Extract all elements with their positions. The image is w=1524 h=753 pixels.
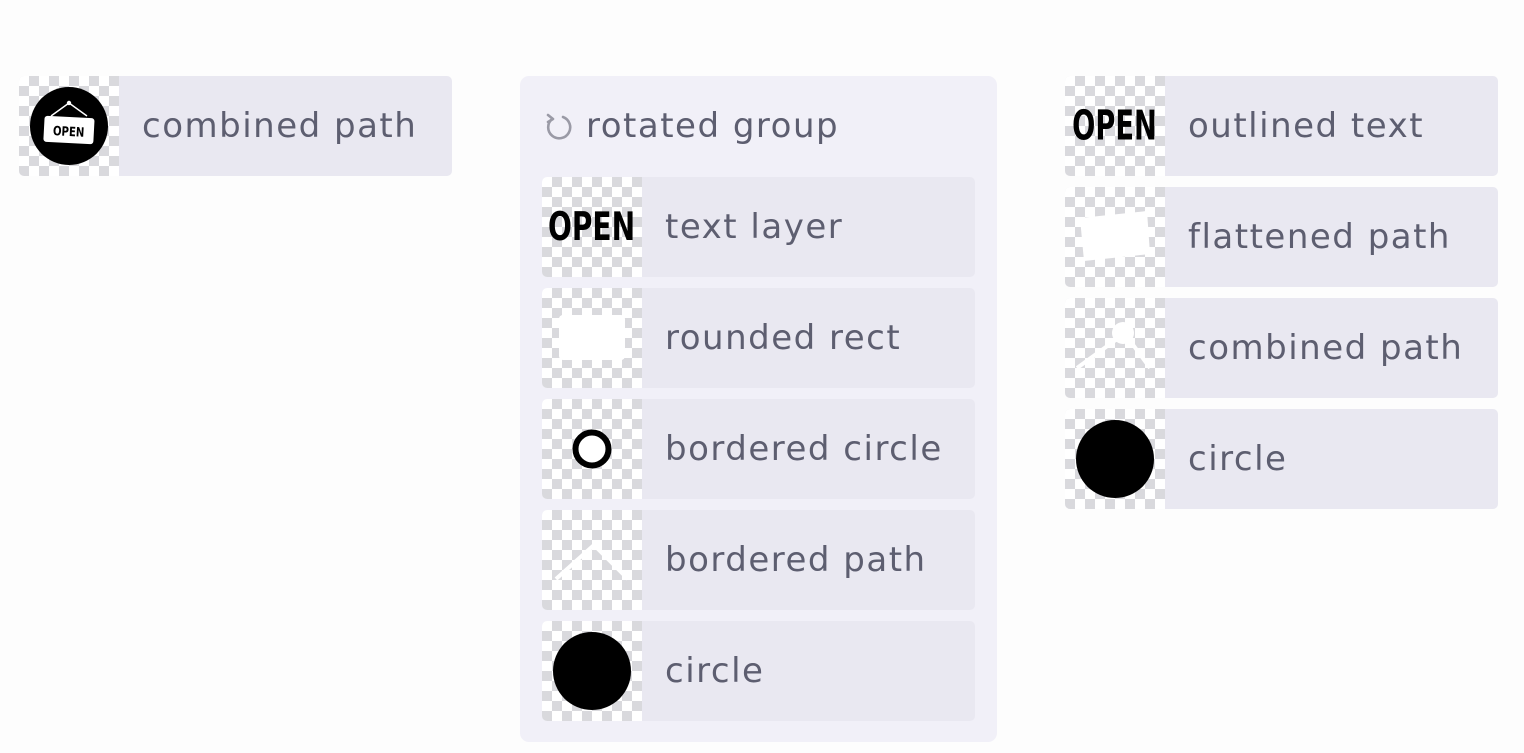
layer-label: bordered path <box>665 540 927 580</box>
layer-label: rounded rect <box>665 318 902 358</box>
layer-row-circle-2[interactable]: circle <box>1065 409 1498 509</box>
layer-label: text layer <box>665 207 844 247</box>
open-sign-icon: OPEN <box>30 87 108 165</box>
layer-label: circle <box>1188 439 1288 479</box>
rounded-rect-icon <box>559 315 625 360</box>
layer-thumbnail: OPEN <box>542 177 642 277</box>
layer-row-text-layer[interactable]: OPEN text layer <box>542 177 975 277</box>
group-label: rotated group <box>586 106 840 146</box>
outlined-text-icon: OPEN <box>1072 102 1158 150</box>
circle-icon <box>1076 420 1154 498</box>
layer-row-combined-path[interactable]: OPEN combined path <box>19 76 452 176</box>
bordered-circle-icon <box>572 429 612 469</box>
layer-label: combined path <box>1188 328 1464 368</box>
layer-row-flattened-path[interactable]: flattened path <box>1065 187 1498 287</box>
flattened-rect-icon <box>1080 211 1150 261</box>
layer-thumbnail <box>1065 187 1165 287</box>
layer-thumbnail <box>542 510 642 610</box>
layer-label: bordered circle <box>665 429 943 469</box>
rotate-icon <box>546 113 572 140</box>
group-header[interactable]: rotated group <box>542 102 839 150</box>
chevron-path-icon <box>554 542 630 581</box>
circle-icon <box>553 632 631 710</box>
layer-group-rotated[interactable]: rotated group OPEN text layer rounded re… <box>520 76 997 742</box>
layer-row-bordered-circle[interactable]: bordered circle <box>542 399 975 499</box>
layer-thumbnail <box>1065 298 1165 398</box>
svg-text:OPEN: OPEN <box>53 123 85 140</box>
layer-row-bordered-path[interactable]: bordered path <box>542 510 975 610</box>
layer-thumbnail <box>542 399 642 499</box>
layer-label: flattened path <box>1188 217 1451 257</box>
layer-row-outlined-text[interactable]: OPEN outlined text <box>1065 76 1498 176</box>
layer-row-circle[interactable]: circle <box>542 621 975 721</box>
layer-label: circle <box>665 651 765 691</box>
combined-path-icon <box>1075 322 1152 370</box>
layer-thumbnail <box>542 288 642 388</box>
layer-thumbnail: OPEN <box>19 76 119 176</box>
text-open-icon: OPEN <box>548 204 636 250</box>
layer-label: outlined text <box>1188 106 1425 146</box>
layer-row-rounded-rect[interactable]: rounded rect <box>542 288 975 388</box>
layer-thumbnail <box>1065 409 1165 509</box>
layer-thumbnail <box>542 621 642 721</box>
layer-label: combined path <box>142 106 418 146</box>
layers-canvas: OPEN combined path rotated group OPEN te… <box>0 0 1524 753</box>
layer-thumbnail: OPEN <box>1065 76 1165 176</box>
layer-row-combined-path-2[interactable]: combined path <box>1065 298 1498 398</box>
